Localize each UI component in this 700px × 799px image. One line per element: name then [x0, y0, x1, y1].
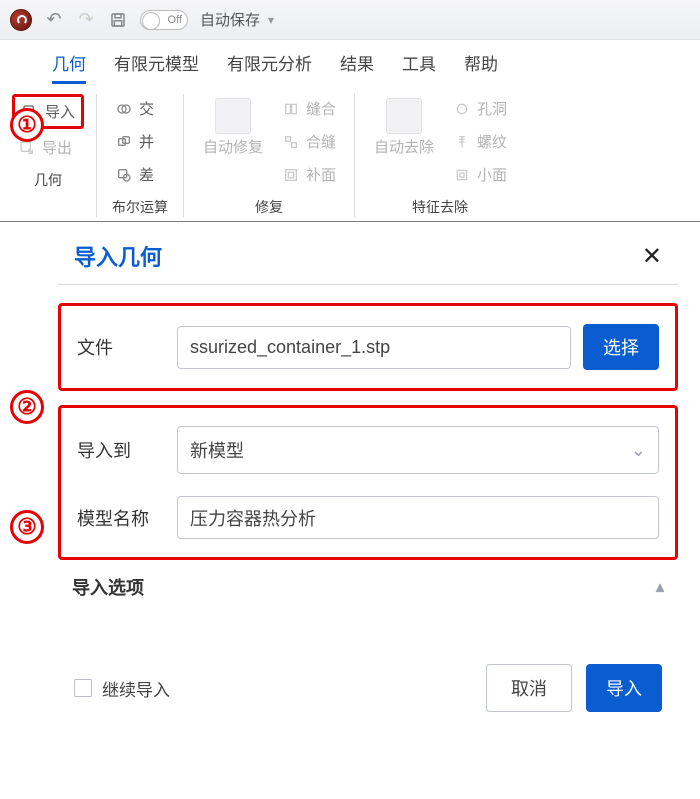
union-icon — [115, 133, 133, 151]
export-label: 导出 — [42, 137, 72, 158]
import-options-label: 导入选项 — [72, 574, 144, 600]
continue-import-label: 继续导入 — [102, 676, 170, 701]
tab-2[interactable]: 有限元分析 — [227, 50, 312, 84]
subtract-button[interactable]: 差 — [109, 160, 171, 189]
patch-button[interactable]: 补面 — [276, 160, 342, 189]
thread-button[interactable]: 螺纹 — [447, 127, 513, 156]
patch-label: 补面 — [306, 164, 336, 185]
small-face-button[interactable]: 小面 — [447, 160, 513, 189]
file-path-input[interactable] — [177, 326, 571, 369]
intersect-icon — [115, 100, 133, 118]
patch-icon — [282, 166, 300, 184]
step-badge-1: ① — [10, 108, 44, 142]
import-options-section[interactable]: 导入选项 ▴ — [58, 574, 678, 600]
file-label: 文件 — [77, 334, 165, 360]
small-face-icon — [453, 166, 471, 184]
redo-icon[interactable]: ↷ — [76, 9, 96, 30]
import-to-value: 新模型 — [190, 437, 244, 463]
dialog-footer: 继续导入 取消 导入 — [58, 636, 678, 730]
ribbon: 导入 导出 几何 交 并 差 布尔运算 自动修复 缝合 — [0, 84, 700, 222]
autosave-toggle[interactable]: Off — [140, 10, 188, 30]
subtract-icon — [115, 166, 133, 184]
tab-0[interactable]: 几何 — [52, 50, 86, 84]
group-label-repair: 修复 — [255, 197, 283, 217]
group-label-geometry: 几何 — [34, 170, 62, 190]
union-label: 并 — [139, 131, 154, 152]
step-badge-2: ② — [10, 390, 44, 424]
auto-remove-button[interactable]: 自动去除 — [367, 94, 441, 161]
hole-icon — [453, 100, 471, 118]
sew-icon — [282, 100, 300, 118]
group-label-boolean: 布尔运算 — [112, 197, 168, 217]
step-badge-3: ③ — [10, 510, 44, 544]
merge-seam-icon — [282, 133, 300, 151]
sew-button[interactable]: 缝合 — [276, 94, 342, 123]
union-button[interactable]: 并 — [109, 127, 171, 156]
small-face-label: 小面 — [477, 164, 507, 185]
ribbon-group-repair: 自动修复 缝合 合缝 补面 修复 — [183, 94, 354, 217]
divider — [58, 284, 678, 285]
auto-repair-label: 自动修复 — [203, 136, 263, 157]
group-label-feature-remove: 特征去除 — [412, 197, 468, 217]
import-to-label: 导入到 — [77, 437, 165, 463]
import-label: 导入 — [45, 101, 75, 122]
autosave-menu-icon[interactable]: ▾ — [268, 13, 274, 27]
tab-3[interactable]: 结果 — [340, 50, 374, 84]
sew-label: 缝合 — [306, 98, 336, 119]
undo-icon[interactable]: ↶ — [44, 9, 64, 30]
intersect-label: 交 — [139, 98, 154, 119]
tab-1[interactable]: 有限元模型 — [114, 50, 199, 84]
auto-remove-label: 自动去除 — [374, 136, 434, 157]
main-tabs: 几何有限元模型有限元分析结果工具帮助 — [0, 40, 700, 84]
autosave-label: 自动保存 — [200, 9, 260, 30]
continue-import-checkbox[interactable]: 继续导入 — [74, 676, 170, 701]
hole-label: 孔洞 — [477, 98, 507, 119]
intersect-button[interactable]: 交 — [109, 94, 171, 123]
dialog-title: 导入几何 — [74, 240, 162, 272]
file-selection-frame: 文件 选择 — [58, 303, 678, 391]
auto-repair-icon — [215, 98, 251, 134]
model-name-label: 模型名称 — [77, 505, 165, 531]
save-icon[interactable] — [108, 11, 128, 29]
auto-remove-icon — [386, 98, 422, 134]
thread-label: 螺纹 — [477, 131, 507, 152]
chevron-up-icon: ▴ — [656, 577, 664, 597]
model-name-input[interactable] — [177, 496, 659, 539]
import-to-select[interactable]: 新模型 ⌄ — [177, 426, 659, 474]
titlebar: ↶ ↷ Off 自动保存 ▾ — [0, 0, 700, 40]
chevron-down-icon: ⌄ — [631, 440, 646, 461]
tab-5[interactable]: 帮助 — [464, 50, 498, 84]
app-logo — [10, 9, 32, 31]
select-file-button[interactable]: 选择 — [583, 324, 659, 370]
subtract-label: 差 — [139, 164, 154, 185]
checkbox-icon — [74, 679, 92, 697]
thread-icon — [453, 133, 471, 151]
ribbon-group-feature-remove: 自动去除 孔洞 螺纹 小面 特征去除 — [354, 94, 525, 217]
merge-seam-label: 合缝 — [306, 131, 336, 152]
model-settings-frame: 导入到 新模型 ⌄ 模型名称 — [58, 405, 678, 560]
import-button-confirm[interactable]: 导入 — [586, 664, 662, 712]
ribbon-group-boolean: 交 并 差 布尔运算 — [96, 94, 183, 217]
hole-button[interactable]: 孔洞 — [447, 94, 513, 123]
tab-4[interactable]: 工具 — [402, 50, 436, 84]
close-icon[interactable]: ✕ — [642, 242, 662, 271]
toggle-text: Off — [168, 14, 182, 26]
cancel-button[interactable]: 取消 — [486, 664, 572, 712]
auto-repair-button[interactable]: 自动修复 — [196, 94, 270, 161]
import-geometry-dialog: 导入几何 ✕ 文件 选择 导入到 新模型 ⌄ 模型名称 导入选项 ▴ 继续导入 — [58, 228, 678, 730]
merge-seam-button[interactable]: 合缝 — [276, 127, 342, 156]
